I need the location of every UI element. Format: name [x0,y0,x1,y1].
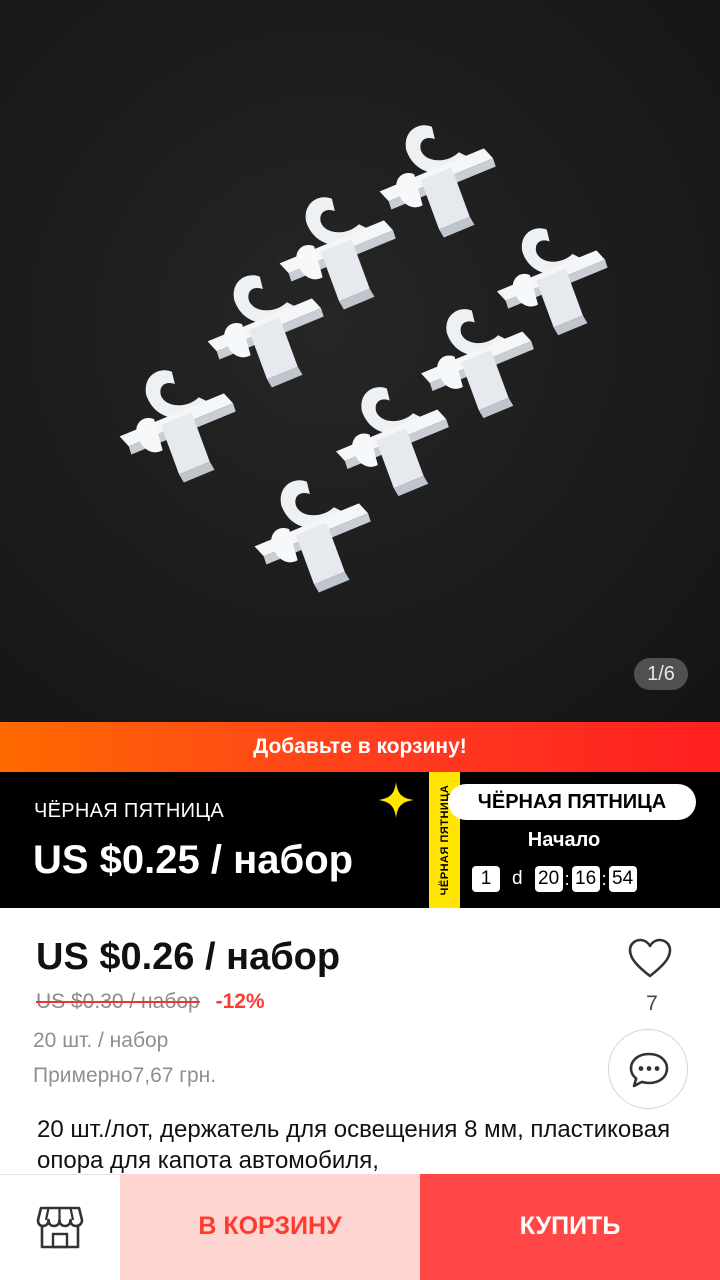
product-image-gallery[interactable]: 1/6 [0,0,720,722]
add-to-cart-button[interactable]: В КОРЗИНУ [120,1174,420,1280]
chat-button[interactable] [608,1029,688,1109]
store-button[interactable] [0,1174,120,1280]
countdown-separator: : [564,869,570,889]
chat-icon [629,1052,669,1088]
image-counter: 1/6 [634,658,688,690]
wishlist-count: 7 [646,992,658,1015]
countdown-seconds: 54 [608,866,637,892]
pack-size: 20 шт. / набор [33,1029,169,1052]
buy-now-button[interactable]: КУПИТЬ [420,1174,720,1280]
black-friday-banner[interactable]: ЧЁРНАЯ ПЯТНИЦА US $0.25 / набор ЧЁРНАЯ П… [0,772,720,908]
black-friday-pill: ЧЁРНАЯ ПЯТНИЦА [448,784,696,820]
old-price-row: US $0.30 / набор -12% [36,990,265,1014]
countdown-minutes: 16 [571,866,600,892]
store-icon [36,1206,84,1249]
product-price: US $0.26 / набор [36,936,341,978]
black-friday-price: US $0.25 / набор [33,838,354,882]
bottom-action-bar: В КОРЗИНУ КУПИТЬ [0,1174,720,1280]
heart-icon[interactable] [626,936,674,980]
countdown-separator: : [601,869,607,889]
countdown-days-unit: d [512,868,523,889]
product-photo [115,120,613,597]
countdown-days: 1 [472,866,500,892]
product-info: US $0.26 / набор US $0.30 / набор -12% 2… [0,908,720,1174]
countdown-hours: 20 [534,866,563,892]
sparkle-icon [378,782,414,818]
sale-start-label: Начало [527,829,601,851]
old-price: US $0.30 / набор [36,990,200,1013]
add-to-cart-promo-strip[interactable]: Добавьте в корзину! [0,722,720,772]
product-title[interactable]: 20 шт./лот, держатель для освещения 8 мм… [37,1114,677,1176]
black-friday-label: ЧЁРНАЯ ПЯТНИЦА [34,800,224,822]
discount-badge: -12% [215,990,265,1013]
approx-local-price: Примерно7,67 грн. [33,1064,217,1087]
countdown-timer: 1 d 20 : 16 : 54 [472,866,637,892]
